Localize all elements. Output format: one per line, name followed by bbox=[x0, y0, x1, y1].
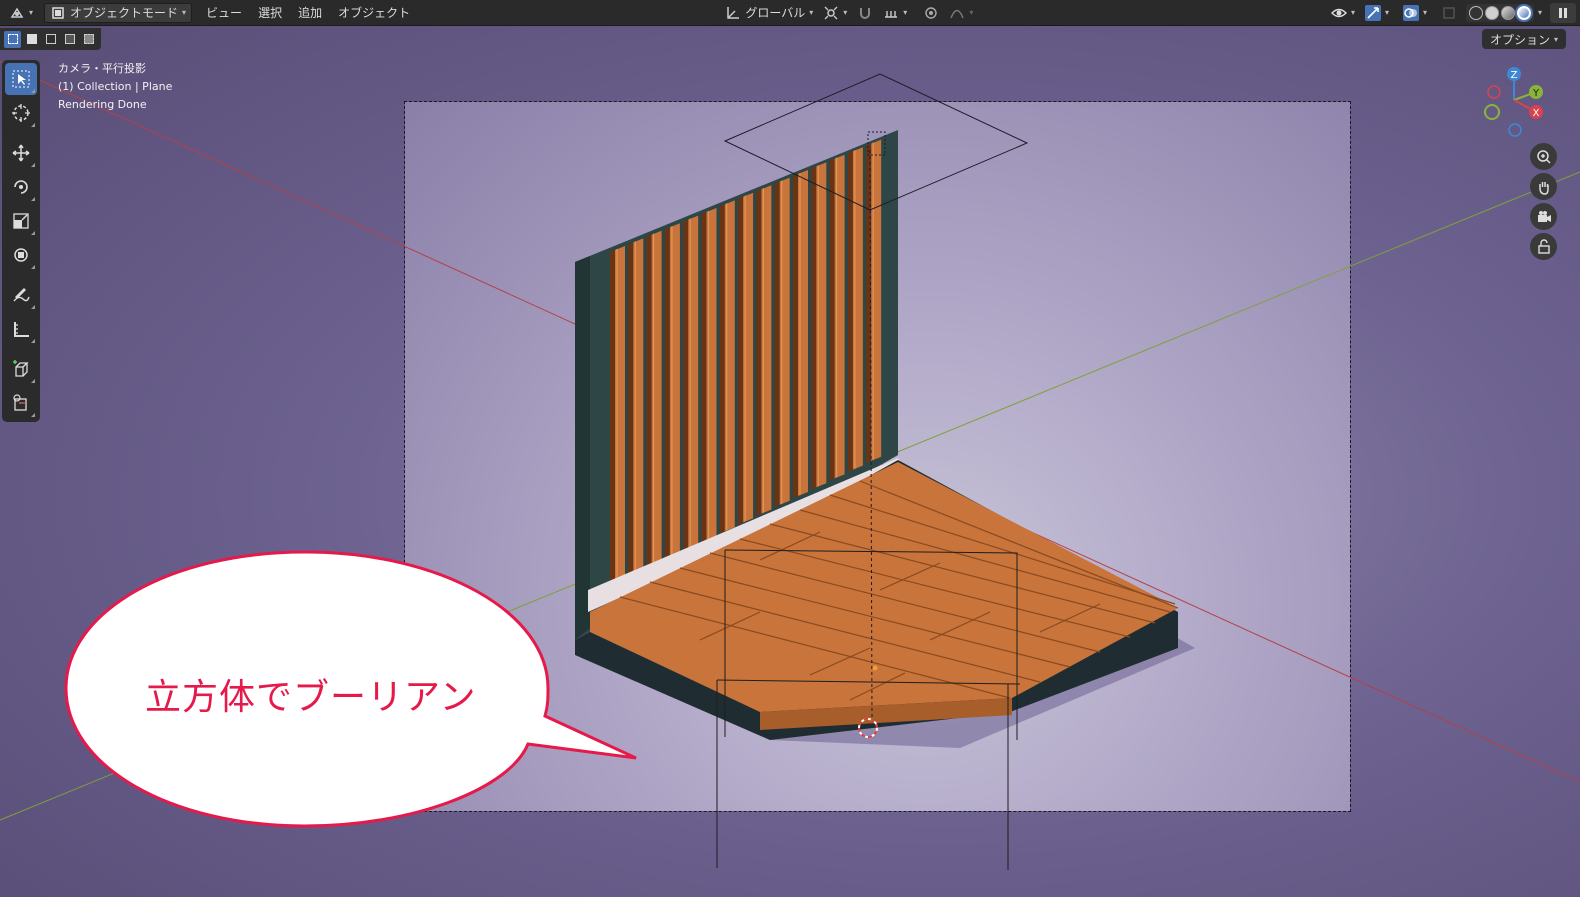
gizmo-toggle[interactable]: ▾ bbox=[1360, 3, 1394, 23]
visibility-dropdown[interactable]: ▾ bbox=[1326, 3, 1360, 23]
snap-target-dropdown[interactable]: ▾ bbox=[878, 3, 912, 23]
select-new-icon[interactable] bbox=[4, 30, 21, 48]
slat-side bbox=[756, 189, 762, 516]
select-intersect-icon[interactable] bbox=[80, 31, 97, 48]
slat-side bbox=[774, 181, 780, 507]
falloff-curve-icon bbox=[949, 5, 965, 21]
viewport-info-overlay: カメラ・平行投影 (1) Collection | Plane Renderin… bbox=[58, 60, 172, 114]
snap-increment-icon bbox=[883, 5, 899, 21]
shading-dropdown[interactable]: ▾ bbox=[1538, 8, 1542, 17]
lock-camera-button[interactable] bbox=[1530, 233, 1557, 260]
add-cube-icon[interactable] bbox=[5, 353, 37, 385]
magnet-icon bbox=[857, 5, 873, 21]
svg-text:Z: Z bbox=[1511, 70, 1518, 81]
xray-toggle[interactable] bbox=[1436, 3, 1462, 23]
pivot-icon bbox=[823, 5, 839, 21]
rotate-icon[interactable] bbox=[5, 171, 37, 203]
select-box-icon[interactable] bbox=[5, 63, 37, 95]
svg-text:X: X bbox=[1533, 108, 1540, 119]
mode-dropdown[interactable]: オブジェクトモード ▾ bbox=[44, 2, 193, 23]
svg-text:Y: Y bbox=[1532, 88, 1540, 99]
slat-side bbox=[738, 196, 744, 525]
view-name-text: カメラ・平行投影 bbox=[58, 62, 146, 75]
slat-side bbox=[829, 158, 835, 481]
solid-shading-icon[interactable] bbox=[1484, 5, 1499, 20]
3d-viewport[interactable]: ▾ オブジェクトモード ▾ ビュー 選択 追加 オブジェクト グローバル ▾ ▾ bbox=[0, 0, 1580, 897]
pause-button[interactable] bbox=[1550, 2, 1576, 23]
rendered-shading-icon[interactable] bbox=[1516, 5, 1531, 20]
menu-view[interactable]: ビュー bbox=[198, 4, 250, 21]
snap-toggle[interactable] bbox=[852, 3, 878, 23]
orientation-label: グローバル bbox=[745, 6, 806, 20]
slat-side bbox=[793, 174, 798, 498]
overlays-icon bbox=[1402, 4, 1419, 21]
slat-side bbox=[610, 250, 615, 586]
lock-icon bbox=[1536, 238, 1552, 255]
scale-icon[interactable] bbox=[5, 205, 37, 237]
menu-select[interactable]: 選択 bbox=[250, 4, 290, 21]
navigation-gizmo[interactable]: Z Y X bbox=[1478, 62, 1550, 140]
orientation-icon bbox=[725, 5, 741, 21]
menu-object[interactable]: オブジェクト bbox=[330, 4, 418, 21]
slat-side bbox=[701, 212, 707, 542]
wireframe-shading-icon[interactable] bbox=[1468, 5, 1483, 20]
tool-shelf bbox=[2, 60, 40, 422]
xray-icon bbox=[1441, 5, 1457, 21]
zoom-button[interactable] bbox=[1530, 143, 1557, 170]
select-subtract-icon[interactable] bbox=[42, 31, 59, 48]
transform-icon[interactable] bbox=[5, 239, 37, 271]
select-extend-icon[interactable] bbox=[23, 31, 40, 48]
proportional-edit-icon bbox=[923, 5, 939, 21]
callout-text: 立方体でブーリアン bbox=[145, 677, 477, 718]
proportional-edit-toggle[interactable] bbox=[918, 3, 944, 23]
material-shading-icon[interactable] bbox=[1500, 5, 1515, 20]
gizmo-icon bbox=[1364, 4, 1381, 21]
camera-icon bbox=[1536, 209, 1552, 225]
falloff-dropdown[interactable]: ▾ bbox=[944, 3, 978, 23]
hand-icon bbox=[1536, 179, 1552, 195]
editor-type-button[interactable]: ▾ bbox=[4, 3, 38, 23]
pivot-point-dropdown[interactable]: ▾ bbox=[818, 3, 852, 23]
options-dropdown[interactable]: オプション ▾ bbox=[1481, 29, 1566, 49]
scale-cage-icon[interactable] bbox=[5, 387, 37, 419]
slat-side bbox=[646, 234, 652, 569]
select-invert-icon[interactable] bbox=[61, 31, 78, 48]
editor-type-icon bbox=[9, 5, 25, 21]
shading-mode-group bbox=[1465, 3, 1534, 22]
select-mode-group bbox=[0, 28, 101, 50]
measure-icon[interactable] bbox=[5, 313, 37, 345]
transform-orientation-dropdown[interactable]: グローバル ▾ bbox=[720, 3, 818, 23]
eye-icon bbox=[1330, 5, 1347, 21]
cursor-icon[interactable] bbox=[5, 97, 37, 129]
slat-side bbox=[847, 151, 853, 472]
collection-object-text: (1) Collection | Plane bbox=[58, 80, 173, 93]
slat-side bbox=[811, 166, 817, 490]
pan-button[interactable] bbox=[1530, 173, 1557, 200]
pause-icon bbox=[1555, 5, 1571, 21]
slat-side bbox=[628, 242, 634, 578]
camera-view-button[interactable] bbox=[1530, 203, 1557, 230]
overlays-toggle[interactable]: ▾ bbox=[1398, 3, 1432, 23]
render-status-text: Rendering Done bbox=[58, 98, 147, 111]
viewport-header: ▾ オブジェクトモード ▾ ビュー 選択 追加 オブジェクト グローバル ▾ ▾ bbox=[0, 0, 1580, 26]
options-label: オプション bbox=[1489, 32, 1550, 47]
slat-side bbox=[683, 219, 689, 551]
annotate-icon[interactable] bbox=[5, 279, 37, 311]
mode-label: オブジェクトモード bbox=[70, 6, 179, 20]
slat-side bbox=[719, 204, 725, 534]
menu-add[interactable]: 追加 bbox=[290, 4, 330, 21]
zoom-icon bbox=[1536, 149, 1552, 165]
move-icon[interactable] bbox=[5, 137, 37, 169]
slat-side bbox=[664, 227, 670, 560]
object-mode-icon bbox=[50, 5, 66, 21]
